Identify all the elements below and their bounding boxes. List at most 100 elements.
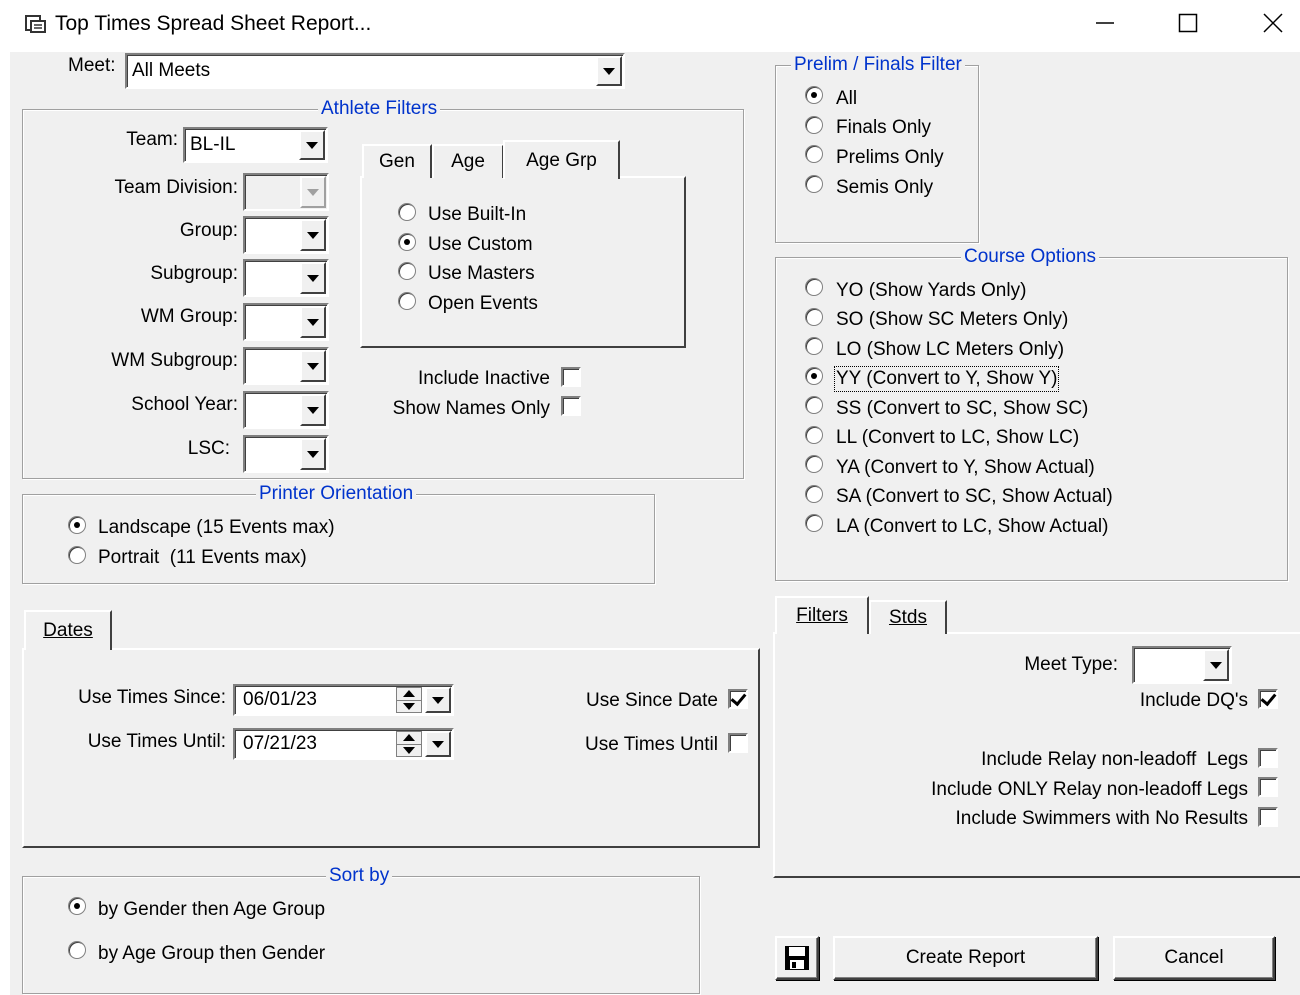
course-ll-radio[interactable] — [805, 426, 823, 444]
spin-up-icon — [403, 734, 415, 741]
include-inactive-checkbox[interactable] — [561, 367, 581, 387]
group-select[interactable] — [243, 216, 329, 254]
meet-value: All Meets — [132, 60, 211, 81]
landscape-radio[interactable] — [68, 516, 86, 534]
chevron-down-icon — [307, 318, 319, 326]
app-icon — [25, 15, 46, 33]
team-division-dropdown-button[interactable] — [300, 176, 326, 208]
maximize-button[interactable] — [1158, 0, 1218, 46]
sort-age-gender-radio[interactable] — [68, 941, 86, 959]
prelims-only-radio[interactable] — [805, 145, 823, 163]
use-times-since-date-picker[interactable]: 06/01/23 — [233, 684, 454, 716]
prelim-all-radio[interactable] — [805, 86, 823, 104]
meet-type-select[interactable] — [1132, 646, 1232, 684]
course-la-radio[interactable] — [805, 514, 823, 532]
course-la-label: LA (Convert to LC, Show Actual) — [836, 516, 1109, 537]
age-option-built-in-radio[interactable] — [398, 203, 416, 221]
close-button[interactable] — [1243, 0, 1300, 46]
wm-subgroup-select[interactable] — [243, 347, 329, 385]
use-times-since-value: 06/01/23 — [243, 689, 317, 710]
age-option-open-radio[interactable] — [398, 292, 416, 310]
include-no-results-label: Include Swimmers with No Results — [955, 808, 1248, 829]
team-dropdown-button[interactable] — [299, 130, 325, 160]
group-dropdown-button[interactable] — [300, 219, 326, 251]
chevron-down-icon — [307, 450, 319, 458]
spin-up-icon — [403, 690, 415, 697]
portrait-label: Portrait (11 Events max) — [98, 547, 307, 568]
include-no-results-checkbox[interactable] — [1258, 807, 1278, 827]
lsc-dropdown-button[interactable] — [300, 438, 326, 470]
portrait-radio[interactable] — [68, 546, 86, 564]
create-report-button[interactable]: Create Report — [833, 936, 1098, 980]
cancel-button[interactable]: Cancel — [1113, 936, 1275, 980]
athlete-filters-legend: Athlete Filters — [318, 99, 441, 119]
use-times-until-date-picker[interactable]: 07/21/23 — [233, 728, 454, 760]
finals-only-radio[interactable] — [805, 116, 823, 134]
course-so-label: SO (Show SC Meters Only) — [836, 309, 1069, 330]
tab-gen[interactable]: Gen — [362, 144, 432, 178]
chevron-down-icon — [307, 231, 319, 239]
meet-dropdown-button[interactable] — [596, 56, 622, 86]
course-so-radio[interactable] — [805, 308, 823, 326]
course-ss-radio[interactable] — [805, 396, 823, 414]
meet-select[interactable]: All Meets — [125, 53, 625, 89]
show-names-only-checkbox[interactable] — [561, 396, 581, 416]
include-only-relay-legs-checkbox[interactable] — [1258, 777, 1278, 797]
subgroup-select[interactable] — [243, 259, 329, 297]
sort-gender-age-label: by Gender then Age Group — [98, 899, 326, 920]
wm-subgroup-dropdown-button[interactable] — [300, 350, 326, 382]
tab-age-grp[interactable]: Age Grp — [503, 140, 620, 179]
course-ll-label: LL (Convert to LC, Show LC) — [836, 427, 1080, 448]
lsc-select[interactable] — [243, 435, 329, 473]
sort-by-group: Sort by — [22, 866, 700, 994]
sort-gender-age-radio[interactable] — [68, 897, 86, 915]
group-label: Group: — [179, 220, 238, 241]
meet-label: Meet: — [68, 55, 116, 76]
tab-dates-label: Dates — [43, 620, 93, 641]
chevron-down-icon — [306, 141, 318, 149]
since-calendar-dropdown[interactable] — [425, 687, 451, 713]
course-yy-radio[interactable] — [805, 367, 823, 385]
age-option-built-in-label: Use Built-In — [428, 204, 527, 225]
course-sa-radio[interactable] — [805, 485, 823, 503]
landscape-label: Landscape (15 Events max) — [98, 517, 335, 538]
subgroup-label: Subgroup: — [150, 263, 238, 284]
include-dqs-label: Include DQ's — [1139, 690, 1248, 711]
include-dqs-checkbox[interactable] — [1258, 689, 1278, 709]
tab-filters[interactable]: Filters — [775, 596, 869, 634]
tab-stds[interactable]: Stds — [869, 600, 947, 634]
minimize-button[interactable] — [1075, 0, 1135, 46]
course-yo-radio[interactable] — [805, 278, 823, 296]
semis-only-label: Semis Only — [836, 177, 934, 198]
team-select[interactable]: BL-IL — [183, 127, 328, 163]
use-times-until-checkbox[interactable] — [728, 733, 748, 753]
age-option-masters-radio[interactable] — [398, 262, 416, 280]
maximize-icon — [1178, 13, 1198, 33]
save-settings-button[interactable] — [775, 936, 819, 980]
use-since-date-checkbox[interactable] — [728, 689, 748, 709]
age-option-custom-radio[interactable] — [398, 233, 416, 251]
semis-only-radio[interactable] — [805, 175, 823, 193]
since-spin-buttons[interactable] — [396, 687, 422, 713]
wm-group-select[interactable] — [243, 303, 329, 341]
school-year-dropdown-button[interactable] — [300, 394, 326, 426]
until-spin-buttons[interactable] — [396, 731, 422, 757]
until-calendar-dropdown[interactable] — [425, 731, 451, 757]
tab-age[interactable]: Age — [432, 144, 504, 178]
tab-filters-label: Filters — [796, 605, 848, 626]
course-lo-radio[interactable] — [805, 337, 823, 355]
subgroup-dropdown-button[interactable] — [300, 262, 326, 294]
course-ss-label: SS (Convert to SC, Show SC) — [836, 398, 1089, 419]
chevron-down-icon — [307, 406, 319, 414]
include-relay-legs-checkbox[interactable] — [1258, 748, 1278, 768]
use-times-since-label: Use Times Since: — [78, 687, 226, 708]
wm-group-dropdown-button[interactable] — [300, 306, 326, 338]
prelims-only-label: Prelims Only — [836, 147, 944, 168]
team-division-select[interactable] — [243, 173, 329, 211]
school-year-select[interactable] — [243, 391, 329, 429]
course-ya-radio[interactable] — [805, 455, 823, 473]
tab-dates[interactable]: Dates — [24, 610, 112, 650]
use-times-until-label: Use Times Until: — [87, 731, 226, 752]
chevron-down-icon — [432, 740, 444, 748]
meet-type-dropdown-button[interactable] — [1203, 649, 1229, 681]
